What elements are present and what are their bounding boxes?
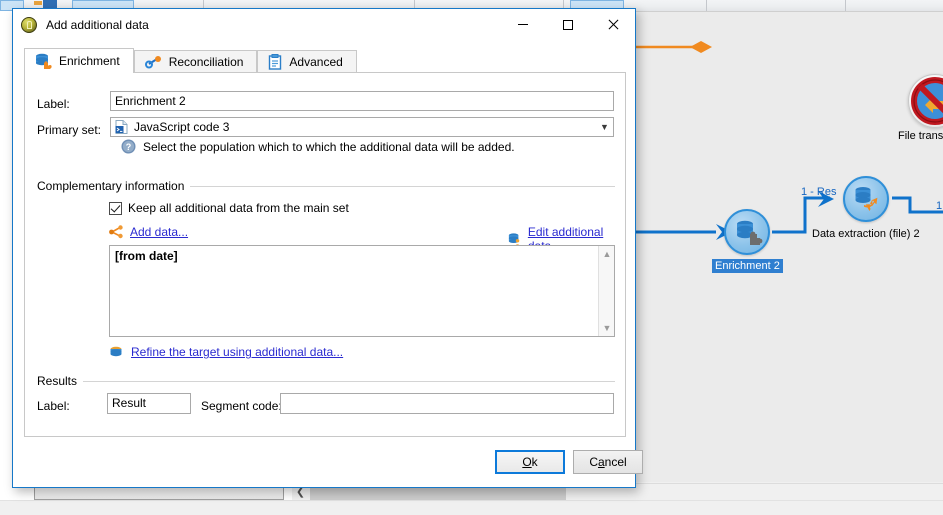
status-strip xyxy=(0,500,943,515)
dialog-button-bar: Ok Cancel xyxy=(24,450,643,480)
keep-all-data-label: Keep all additional data from the main s… xyxy=(128,201,349,215)
database-puzzle-icon xyxy=(737,220,763,245)
cancel-label-rest: ncel xyxy=(604,455,627,469)
add-additional-data-dialog: Add additional data Enrichment Reconcili… xyxy=(12,8,643,488)
maximize-button[interactable] xyxy=(545,9,590,40)
tab-enrichment-label: Enrichment xyxy=(59,54,120,68)
results-group-title: Results xyxy=(37,374,84,388)
ok-label-rest: k xyxy=(531,455,538,469)
toolbar-separator xyxy=(845,0,846,11)
dialog-titlebar[interactable]: Add additional data xyxy=(13,9,635,41)
ok-mnemonic: O xyxy=(522,455,532,469)
tab-advanced-label: Advanced xyxy=(289,55,343,69)
database-small-icon xyxy=(110,346,122,357)
complementary-group-title: Complementary information xyxy=(37,179,191,193)
primary-set-value: JavaScript code 3 xyxy=(134,120,230,134)
database-puzzle-icon xyxy=(36,53,52,69)
file-transfer-blocked-icon xyxy=(911,77,943,125)
complementary-group: Complementary information xyxy=(37,179,615,193)
workflow-node-enrichment[interactable] xyxy=(724,209,770,255)
refine-target-link[interactable]: Refine the target using additional data.… xyxy=(131,345,343,359)
label-input[interactable]: Enrichment 2 xyxy=(110,91,614,111)
app-circle-icon xyxy=(21,17,37,33)
cancel-label-start: C xyxy=(589,455,598,469)
workflow-edge-label-2: 1 xyxy=(936,200,943,212)
screen: Enrichment 2 Data extraction (file) 2 1 … xyxy=(0,0,943,515)
workflow-node-file-transfer-label: File trans xyxy=(898,130,943,142)
chevron-down-icon[interactable]: ▼ xyxy=(599,320,615,336)
close-icon xyxy=(607,19,618,30)
dialog-title: Add additional data xyxy=(46,18,149,32)
tab-reconciliation[interactable]: Reconciliation xyxy=(133,50,258,73)
cancel-button[interactable]: Cancel xyxy=(573,450,643,474)
primary-set-combo[interactable]: JavaScript code 3 ▼ xyxy=(110,117,614,137)
enrichment-panel: Label: Enrichment 2 Primary set: JavaScr… xyxy=(24,72,626,437)
help-question-icon: ? xyxy=(121,139,136,154)
workflow-node-enrichment-label: Enrichment 2 xyxy=(712,259,783,273)
cancel-mnemonic: a xyxy=(597,455,605,469)
segment-code-input[interactable] xyxy=(280,393,614,414)
minimize-button[interactable] xyxy=(500,9,545,40)
tab-reconciliation-label: Reconciliation xyxy=(168,55,244,69)
keep-all-data-checkbox-row[interactable]: Keep all additional data from the main s… xyxy=(109,201,349,215)
label-caption: Label: xyxy=(37,97,70,111)
workflow-edge-label-1: 1 - Res xyxy=(801,186,837,198)
additional-data-list[interactable]: [from date] ▲ ▼ xyxy=(109,245,615,337)
tab-advanced[interactable]: Advanced xyxy=(257,50,357,73)
keep-all-data-checkbox[interactable] xyxy=(109,201,122,215)
ok-button[interactable]: Ok xyxy=(495,450,565,474)
segment-code-caption: Segment code: xyxy=(201,399,282,413)
database-export-icon xyxy=(855,187,878,212)
minimize-icon xyxy=(517,24,528,25)
toolbar-icon-orange xyxy=(34,1,42,5)
maximize-icon xyxy=(562,19,573,30)
toolbar-separator xyxy=(706,0,707,11)
result-label-caption: Label: xyxy=(37,399,70,413)
workflow-node-file-transfer[interactable] xyxy=(908,74,943,128)
tab-enrichment[interactable]: Enrichment xyxy=(24,48,134,73)
share-nodes-icon xyxy=(109,225,123,239)
add-data-link[interactable]: Add data... xyxy=(130,225,188,239)
results-group: Results xyxy=(37,374,615,388)
chevron-down-icon[interactable]: ▼ xyxy=(596,118,613,136)
close-button[interactable] xyxy=(590,9,635,40)
list-item[interactable]: [from date] xyxy=(110,246,614,266)
clipboard-icon xyxy=(269,54,282,70)
result-label-input[interactable]: Result xyxy=(107,393,191,414)
svg-text:?: ? xyxy=(126,142,132,152)
workflow-node-data-extraction-label: Data extraction (file) 2 xyxy=(812,228,920,240)
list-scrollbar[interactable]: ▲ ▼ xyxy=(598,246,614,336)
primary-set-hint: ? Select the population which to which t… xyxy=(121,139,515,154)
refine-target-link-row[interactable]: Refine the target using additional data.… xyxy=(109,345,343,359)
primary-set-caption: Primary set: xyxy=(37,123,102,137)
add-data-link-row[interactable]: Add data... xyxy=(109,225,188,239)
dialog-tabs: Enrichment Reconciliation Advanced xyxy=(24,48,624,73)
window-controls xyxy=(500,9,635,41)
javascript-file-icon xyxy=(115,120,128,134)
toolbar-icon-blue xyxy=(43,0,57,8)
primary-set-hint-text: Select the population which to which the… xyxy=(143,139,515,154)
workflow-node-data-extraction[interactable] xyxy=(843,176,889,222)
link-chain-icon xyxy=(144,56,161,69)
chevron-up-icon[interactable]: ▲ xyxy=(599,246,615,262)
